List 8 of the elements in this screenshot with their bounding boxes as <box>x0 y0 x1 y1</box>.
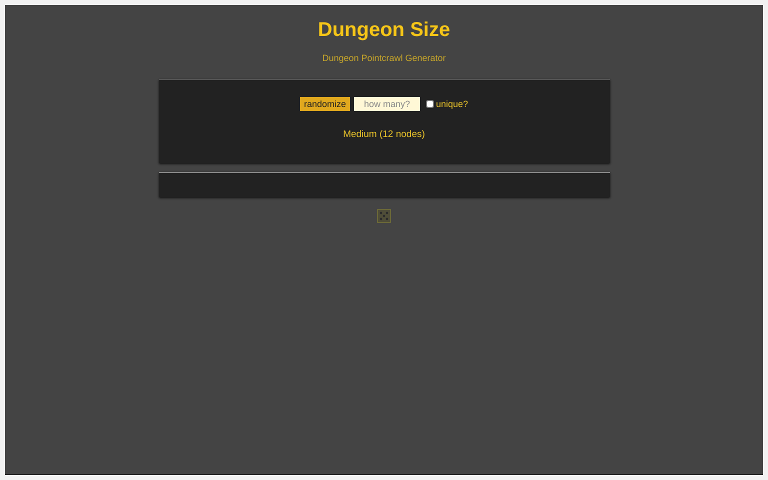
dice-icon[interactable] <box>377 209 391 223</box>
page-subtitle: Dungeon Pointcrawl Generator <box>322 53 446 63</box>
randomize-button[interactable]: randomize <box>300 97 350 111</box>
result-text: Medium (12 nodes) <box>343 129 425 140</box>
unique-label: unique? <box>436 99 468 109</box>
count-field[interactable]: how many? <box>354 97 420 111</box>
unique-checkbox[interactable] <box>426 100 434 108</box>
page-title: Dungeon Size <box>318 19 450 42</box>
